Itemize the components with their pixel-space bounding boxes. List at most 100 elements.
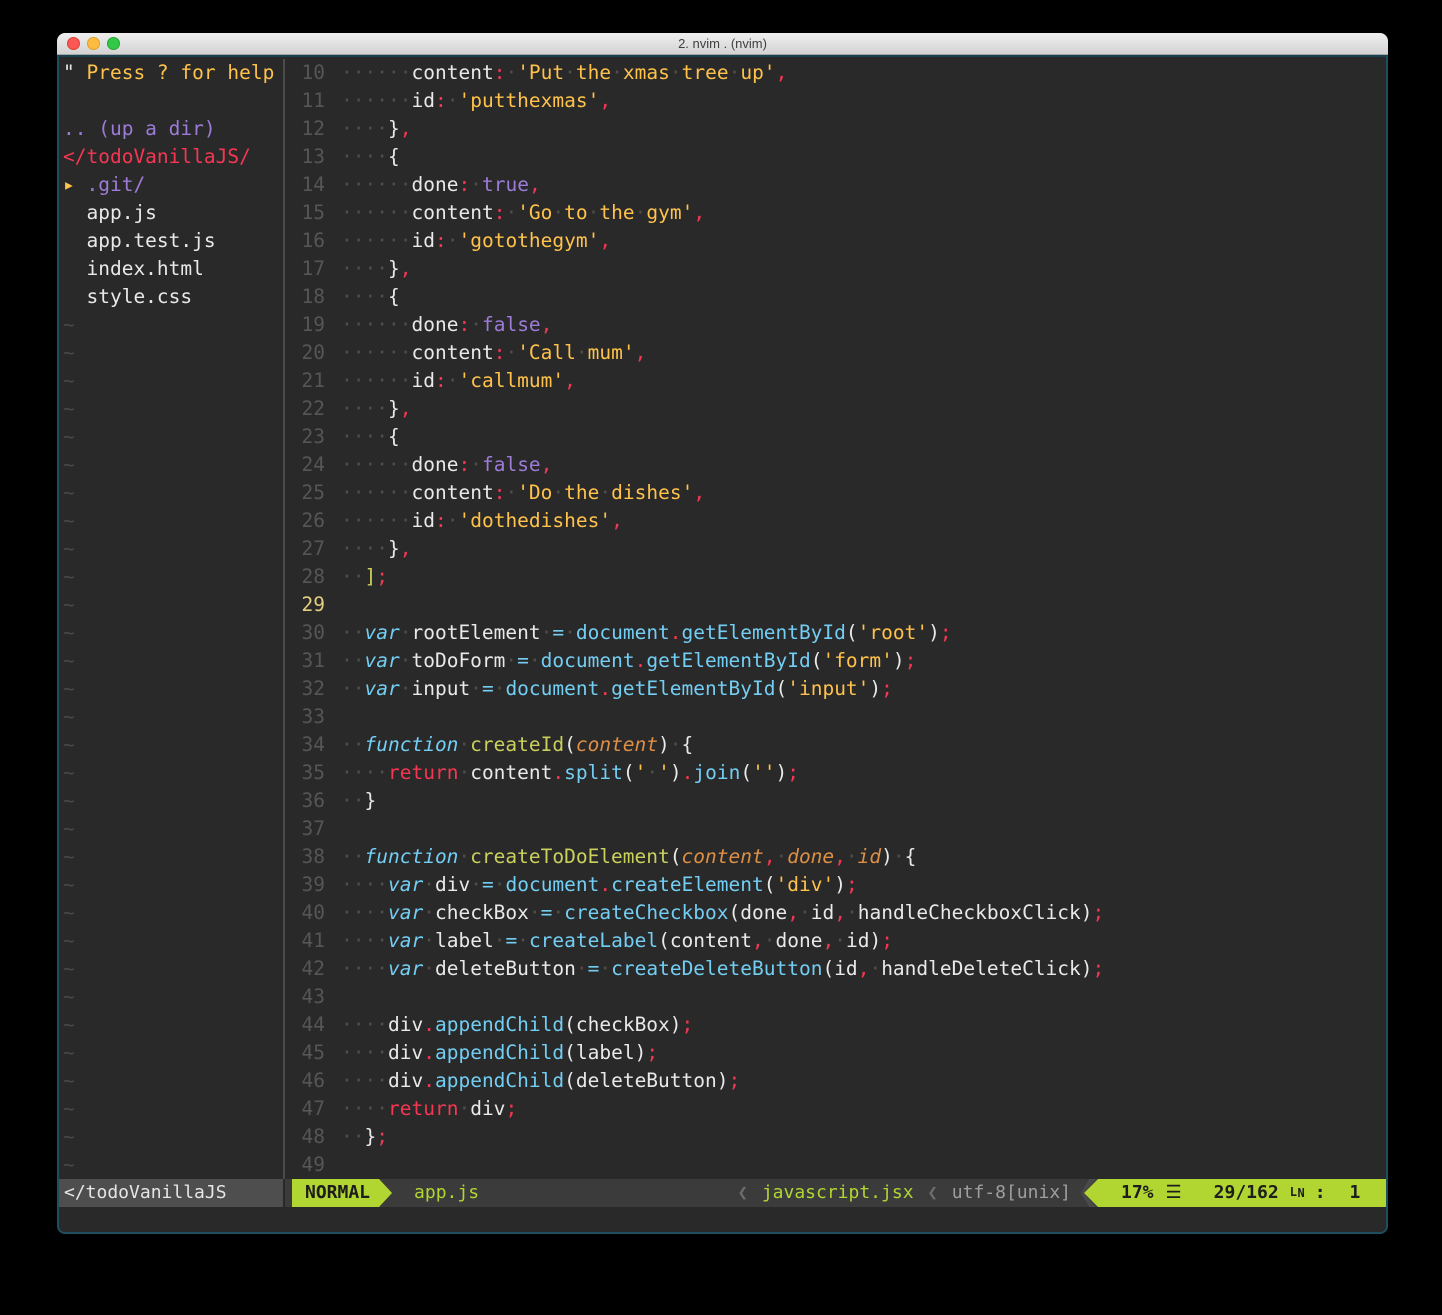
code-text: ····{	[341, 283, 1386, 311]
code-line[interactable]: 36··}	[285, 787, 1386, 815]
line-number: 49	[285, 1151, 341, 1179]
code-line[interactable]: 29	[285, 591, 1386, 619]
nvim-terminal-window: 2. nvim . (nvim) " Press ? for help.. (u…	[57, 33, 1388, 1234]
code-line[interactable]: 17····},	[285, 255, 1386, 283]
code-line[interactable]: 31··var·toDoForm·=·document.getElementBy…	[285, 647, 1386, 675]
code-line[interactable]: 39····var·div·=·document.createElement('…	[285, 871, 1386, 899]
line-number: 47	[285, 1095, 341, 1123]
code-line[interactable]: 27····},	[285, 535, 1386, 563]
code-text: ······id:·'dothedishes',	[341, 507, 1386, 535]
sidebar-file-item[interactable]: style.css	[59, 283, 283, 311]
empty-line-tilde: ~	[59, 815, 283, 843]
line-number: 35	[285, 759, 341, 787]
sidebar-file-item[interactable]: </todoVanillaJS/	[59, 143, 283, 171]
code-line[interactable]: 19······done:·false,	[285, 311, 1386, 339]
empty-line-tilde: ~	[59, 647, 283, 675]
code-line[interactable]: 10······content:·'Put·the·xmas·tree·up',	[285, 59, 1386, 87]
sidebar-header-row[interactable]: .. (up a dir)	[59, 115, 283, 143]
code-line[interactable]: 47····return·div;	[285, 1095, 1386, 1123]
code-line[interactable]: 45····div.appendChild(label);	[285, 1039, 1386, 1067]
line-number: 39	[285, 871, 341, 899]
code-text: ····{	[341, 143, 1386, 171]
code-line[interactable]: 20······content:·'Call·mum',	[285, 339, 1386, 367]
code-line[interactable]: 38··function·createToDoElement(content,·…	[285, 843, 1386, 871]
line-number: 37	[285, 815, 341, 843]
code-line[interactable]: 33	[285, 703, 1386, 731]
code-line[interactable]: 41····var·label·=·createLabel(content,·d…	[285, 927, 1386, 955]
sidebar-file-item[interactable]: app.test.js	[59, 227, 283, 255]
code-line[interactable]: 16······id:·'gotothegym',	[285, 227, 1386, 255]
empty-line-tilde: ~	[59, 311, 283, 339]
code-line[interactable]: 32··var·input·=·document.getElementById(…	[285, 675, 1386, 703]
line-number: 10	[285, 59, 341, 87]
code-text: ··];	[341, 563, 1386, 591]
code-line[interactable]: 11······id:·'putthexmas',	[285, 87, 1386, 115]
code-line[interactable]: 48··};	[285, 1123, 1386, 1151]
code-text: ····return·content.split('·').join('');	[341, 759, 1386, 787]
sidebar-file-item[interactable]: ▸ .git/	[59, 171, 283, 199]
line-number: 28	[285, 563, 341, 591]
line-number: 36	[285, 787, 341, 815]
code-text: ······content:·'Put·the·xmas·tree·up',	[341, 59, 1386, 87]
line-number: 48	[285, 1123, 341, 1151]
sidebar-file-item[interactable]: index.html	[59, 255, 283, 283]
code-line[interactable]: 26······id:·'dothedishes',	[285, 507, 1386, 535]
code-line[interactable]: 21······id:·'callmum',	[285, 367, 1386, 395]
line-number: 21	[285, 367, 341, 395]
line-number-icon: LN	[1289, 1181, 1305, 1205]
empty-line-tilde: ~	[59, 787, 283, 815]
code-line[interactable]: 24······done:·false,	[285, 451, 1386, 479]
code-text: ····div.appendChild(label);	[341, 1039, 1386, 1067]
code-line[interactable]: 44····div.appendChild(checkBox);	[285, 1011, 1386, 1039]
code-line[interactable]: 18····{	[285, 283, 1386, 311]
code-text	[341, 815, 1386, 843]
code-line[interactable]: 30··var·rootElement·=·document.getElemen…	[285, 619, 1386, 647]
code-text: ····div.appendChild(deleteButton);	[341, 1067, 1386, 1095]
code-line[interactable]: 22····},	[285, 395, 1386, 423]
code-text	[341, 983, 1386, 1011]
statusline-position-segment: 17% ☰ 29/162 LN : 1	[1084, 1179, 1386, 1207]
code-line[interactable]: 37	[285, 815, 1386, 843]
code-text: ··var·toDoForm·=·document.getElementById…	[341, 647, 1386, 675]
statusline-left-path: </todoVanillaJS	[59, 1179, 283, 1207]
code-line[interactable]: 13····{	[285, 143, 1386, 171]
code-line[interactable]: 35····return·content.split('·').join('')…	[285, 759, 1386, 787]
code-line[interactable]: 43	[285, 983, 1386, 1011]
code-text: ······content:·'Call·mum',	[341, 339, 1386, 367]
cursor-column: 1	[1350, 1179, 1361, 1207]
chevron-left-icon: ❮	[738, 1179, 748, 1207]
window-titlebar[interactable]: 2. nvim . (nvim)	[57, 33, 1388, 55]
code-line[interactable]: 25······content:·'Do·the·dishes',	[285, 479, 1386, 507]
code-line[interactable]: 46····div.appendChild(deleteButton);	[285, 1067, 1386, 1095]
code-line[interactable]: 42····var·deleteButton·=·createDeleteBut…	[285, 955, 1386, 983]
statusline: </todoVanillaJS NORMAL app.js ❮ javascri…	[59, 1179, 1386, 1207]
code-text: ····{	[341, 423, 1386, 451]
netrw-file-explorer[interactable]: " Press ? for help.. (up a dir)</todoVan…	[59, 59, 283, 1179]
code-line[interactable]: 49	[285, 1151, 1386, 1179]
line-number: 41	[285, 927, 341, 955]
empty-line-tilde: ~	[59, 759, 283, 787]
code-text: ··function·createToDoElement(content,·do…	[341, 843, 1386, 871]
code-line[interactable]: 14······done:·true,	[285, 171, 1386, 199]
code-line[interactable]: 28··];	[285, 563, 1386, 591]
command-line[interactable]	[59, 1207, 1386, 1232]
empty-line-tilde: ~	[59, 843, 283, 871]
empty-line-tilde: ~	[59, 1011, 283, 1039]
line-number: 13	[285, 143, 341, 171]
code-line[interactable]: 34··function·createId(content)·{	[285, 731, 1386, 759]
code-text: ······content:·'Go·to·the·gym',	[341, 199, 1386, 227]
editor-buffer[interactable]: 10······content:·'Put·the·xmas·tree·up',…	[285, 59, 1386, 1179]
sidebar-file-item[interactable]: app.js	[59, 199, 283, 227]
code-line[interactable]: 23····{	[285, 423, 1386, 451]
line-number: 12	[285, 115, 341, 143]
code-text: ····return·div;	[341, 1095, 1386, 1123]
code-line[interactable]: 15······content:·'Go·to·the·gym',	[285, 199, 1386, 227]
line-number: 18	[285, 283, 341, 311]
empty-line-tilde: ~	[59, 1095, 283, 1123]
code-line[interactable]: 40····var·checkBox·=·createCheckbox(done…	[285, 899, 1386, 927]
line-number: 46	[285, 1067, 341, 1095]
list-icon: ☰	[1166, 1179, 1182, 1207]
line-number: 38	[285, 843, 341, 871]
empty-line-tilde: ~	[59, 563, 283, 591]
code-line[interactable]: 12····},	[285, 115, 1386, 143]
